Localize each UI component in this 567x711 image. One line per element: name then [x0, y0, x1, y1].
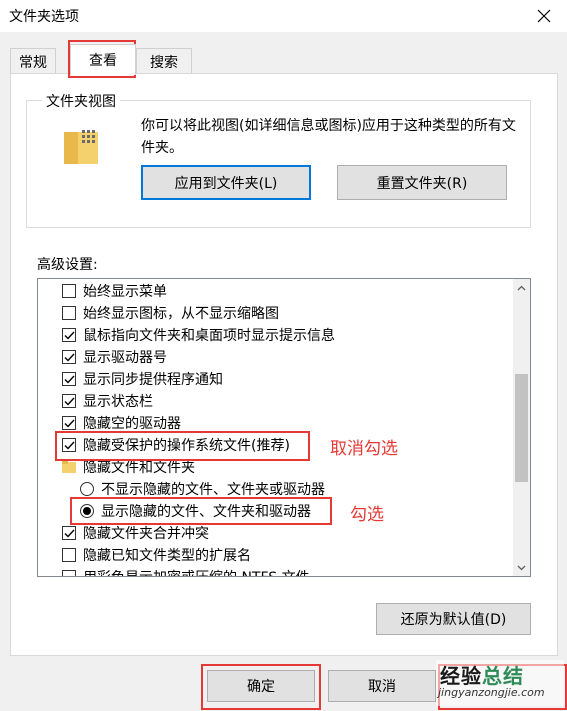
restore-defaults-button[interactable]: 还原为默认值(D) [376, 603, 531, 635]
list-item[interactable]: 显示驱动器号 [62, 346, 167, 368]
list-item[interactable]: 隐藏受保护的操作系统文件(推荐) [62, 434, 290, 456]
chevron-down-icon [517, 565, 526, 570]
checkmark-icon [64, 441, 75, 450]
tab-search[interactable]: 搜索 [136, 48, 192, 74]
watermark-logo: 经验总结 [440, 664, 524, 688]
list-item[interactable]: 隐藏文件夹合并冲突 [62, 522, 209, 544]
checkbox[interactable] [62, 526, 76, 540]
checkbox[interactable] [62, 416, 76, 430]
checkmark-icon [64, 419, 75, 428]
checkbox[interactable] [62, 372, 76, 386]
radio-button[interactable] [80, 504, 94, 518]
list-item[interactable]: 始终显示图标，从不显示缩略图 [62, 302, 279, 324]
checkmark-icon [64, 331, 75, 340]
tab-general[interactable]: 常规 [10, 48, 56, 74]
close-button[interactable] [521, 0, 567, 32]
checkbox[interactable] [62, 548, 76, 562]
chevron-up-icon [517, 285, 526, 290]
radio-button[interactable] [80, 482, 94, 496]
scroll-thumb[interactable] [515, 374, 528, 482]
ok-button[interactable]: 确定 [207, 670, 315, 702]
folder-icon [62, 461, 76, 473]
cancel-button[interactable]: 取消 [328, 670, 436, 702]
checkbox[interactable] [62, 570, 76, 576]
list-item[interactable]: 鼠标指向文件夹和桌面项时显示提示信息 [62, 324, 335, 346]
folder-views-description: 你可以将此视图(如详细信息或图标)应用于这种类型的所有文件夹。 [141, 118, 516, 156]
list-item[interactable]: 显示同步提供程序通知 [62, 368, 223, 390]
checkmark-icon [64, 353, 75, 362]
list-item[interactable]: 用彩色显示加密或压缩的 NTFS 文件 [62, 566, 310, 576]
list-item[interactable]: 不显示隐藏的文件、文件夹或驱动器 [80, 478, 325, 500]
checkbox[interactable] [62, 306, 76, 320]
watermark: 经验总结 jingyanzongjie.com [436, 660, 564, 706]
scroll-down-button[interactable] [513, 559, 530, 576]
window-title: 文件夹选项 [9, 9, 79, 25]
checkbox[interactable] [62, 328, 76, 342]
tab-view[interactable]: 查看 [70, 44, 136, 75]
list-item[interactable]: 显示状态栏 [62, 390, 153, 412]
watermark-url: jingyanzongjie.com [438, 686, 545, 699]
list-item: 隐藏文件和文件夹 [62, 456, 195, 478]
reset-folders-button[interactable]: 重置文件夹(R) [337, 165, 507, 200]
vertical-scrollbar[interactable] [513, 279, 530, 576]
close-icon [537, 9, 551, 23]
checkbox[interactable] [62, 394, 76, 408]
checkmark-icon [64, 397, 75, 406]
scroll-up-button[interactable] [513, 279, 530, 296]
advanced-settings-label: 高级设置: [37, 257, 98, 273]
checkmark-icon [64, 529, 75, 538]
checkbox[interactable] [62, 350, 76, 364]
title-bar: 文件夹选项 [0, 0, 567, 32]
annotation-check: 勾选 [350, 505, 384, 525]
checkbox[interactable] [62, 438, 76, 452]
folder-views-icon [64, 130, 98, 164]
checkmark-icon [64, 375, 75, 384]
apply-to-folders-button[interactable]: 应用到文件夹(L) [141, 165, 311, 200]
advanced-settings-list[interactable]: 始终显示菜单 始终显示图标，从不显示缩略图 鼠标指向文件夹和桌面项时显示提示信息… [37, 278, 531, 577]
list-item[interactable]: 隐藏空的驱动器 [62, 412, 181, 434]
annotation-uncheck: 取消勾选 [330, 439, 398, 459]
folder-views-legend: 文件夹视图 [42, 91, 120, 111]
list-item[interactable]: 显示隐藏的文件、文件夹和驱动器 [80, 500, 311, 522]
list-item[interactable]: 隐藏已知文件类型的扩展名 [62, 544, 251, 566]
list-item[interactable]: 始终显示菜单 [62, 280, 167, 302]
checkbox[interactable] [62, 284, 76, 298]
